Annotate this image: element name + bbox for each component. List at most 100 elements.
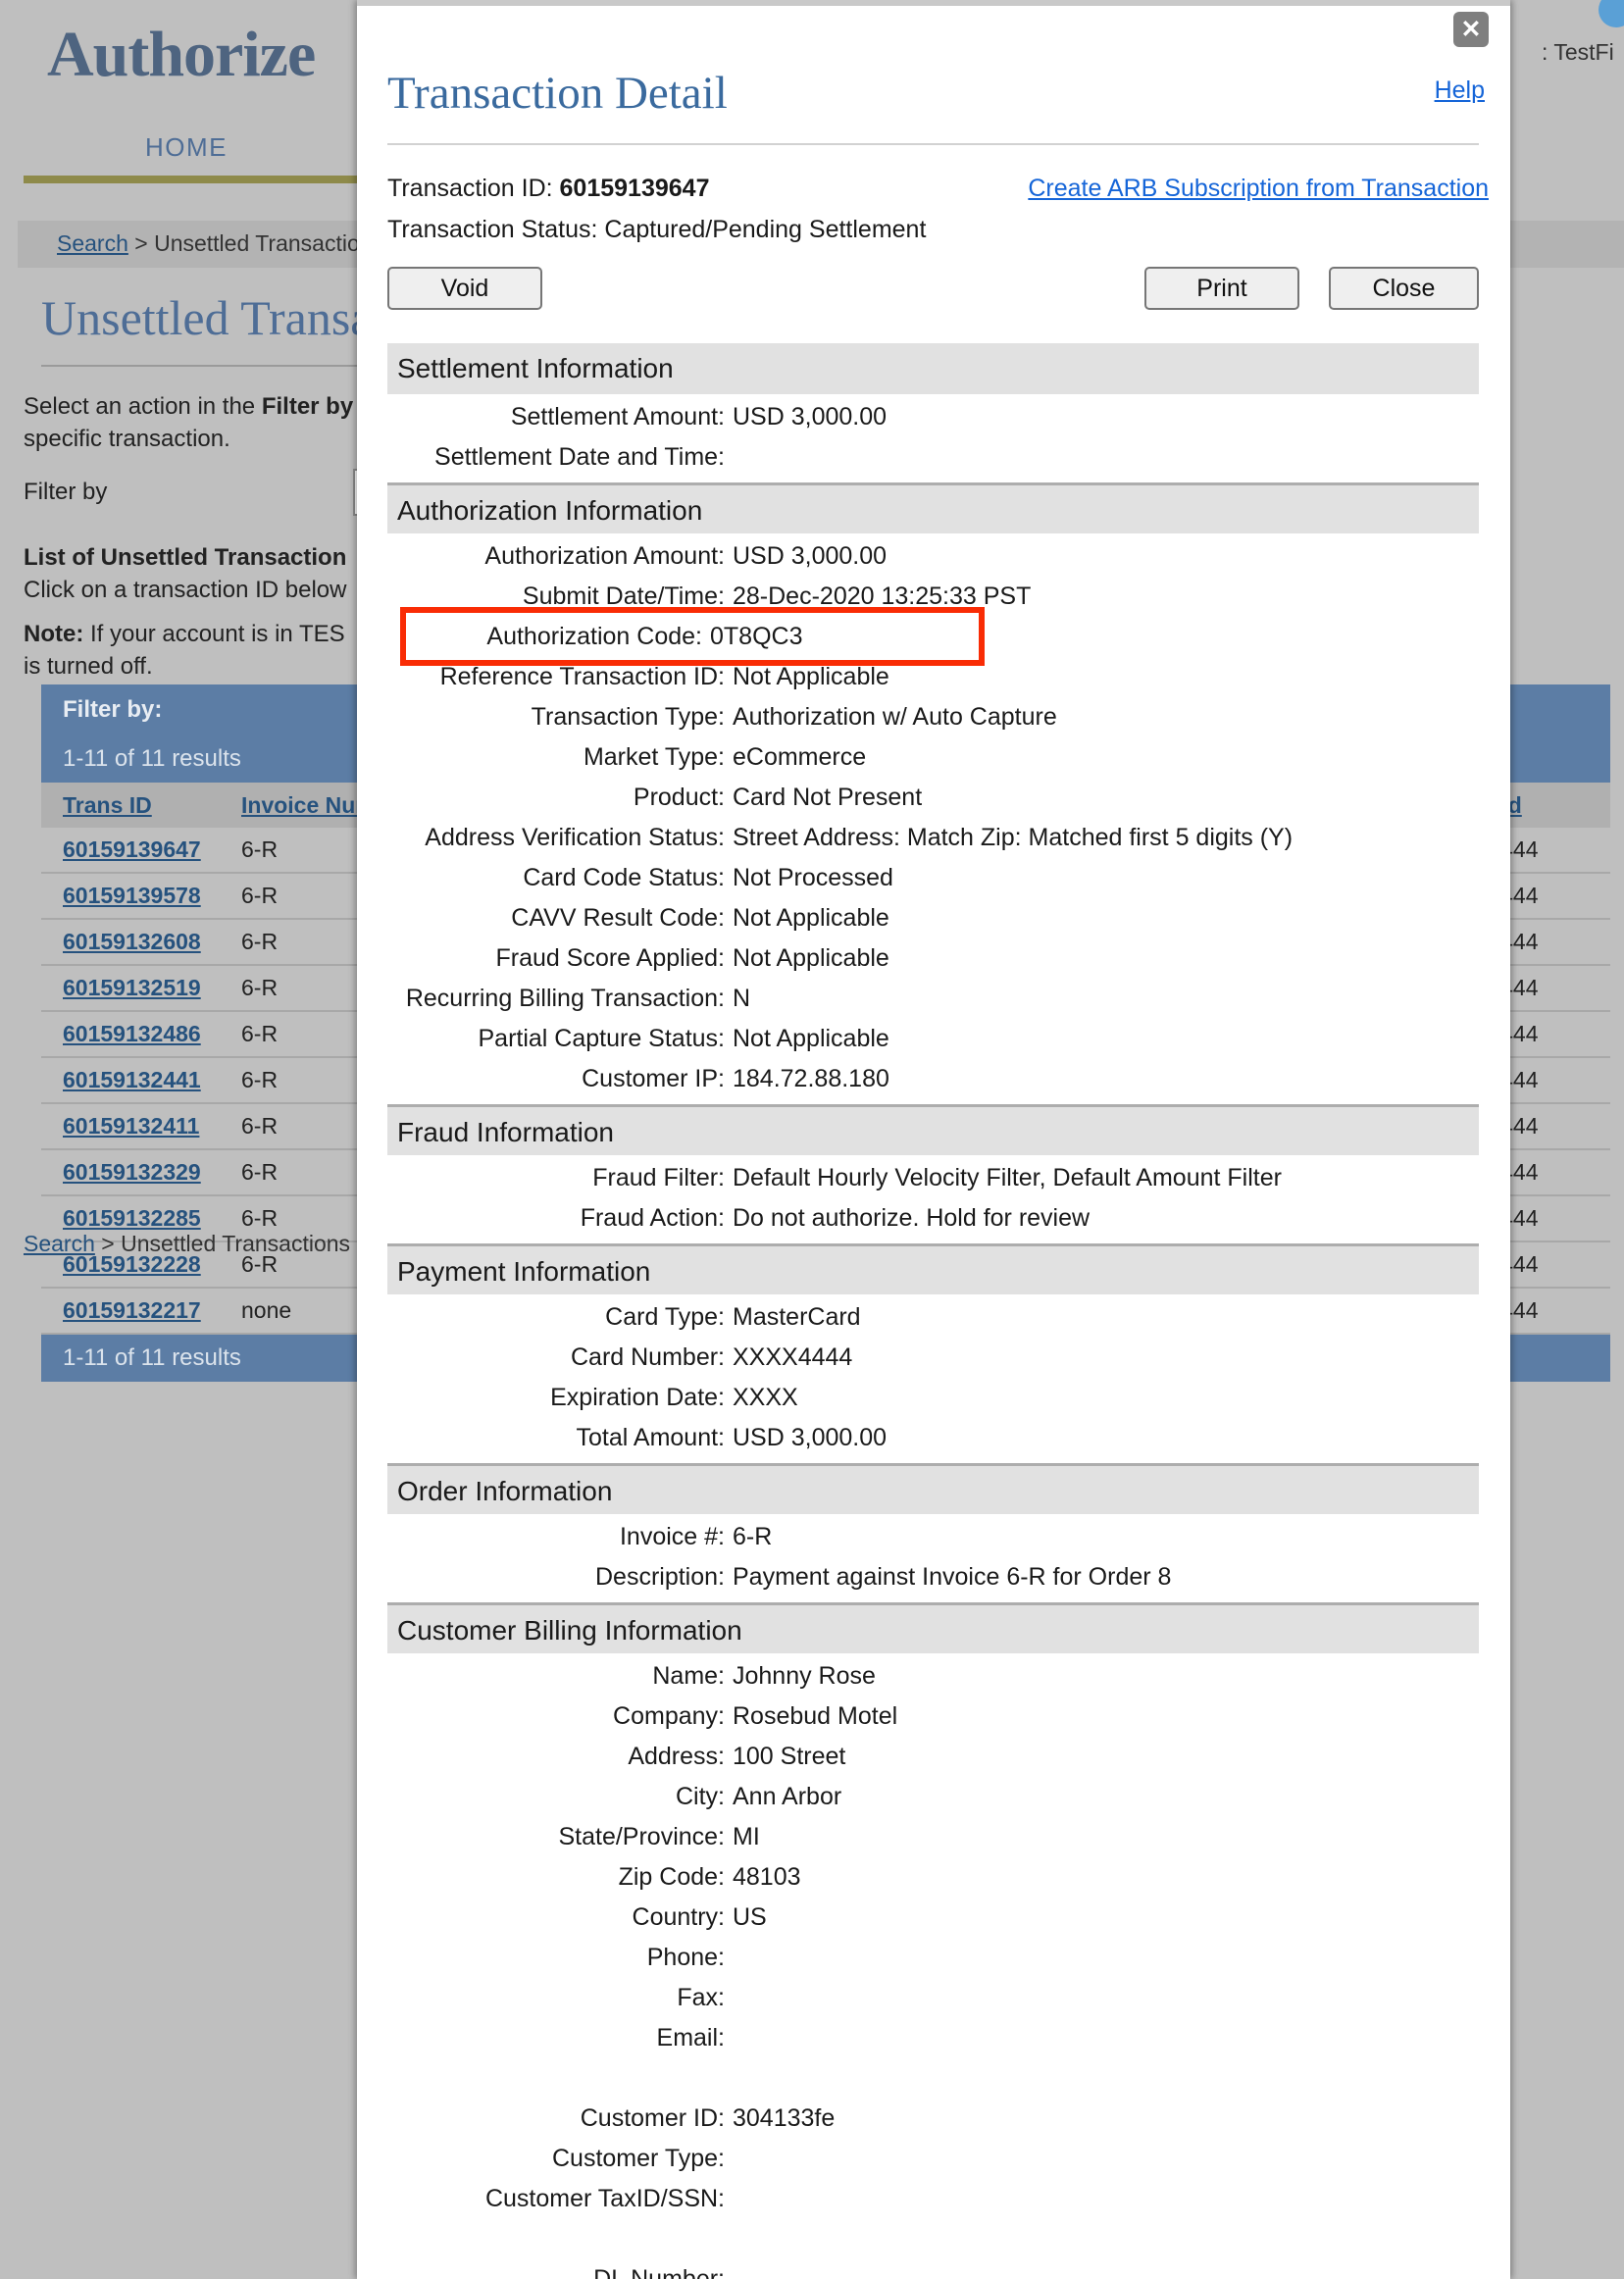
detail-row [387,2221,1479,2256]
breadcrumb-link-search[interactable]: Search [57,230,128,256]
bottom-breadcrumb-trail: > Unsettled Transactions [94,1231,351,1256]
transaction-id-link[interactable]: 60159132519 [63,975,201,1000]
detail-row-label: Customer TaxID/SSN: [484,2185,725,2212]
transaction-id-label: Transaction ID: [387,175,560,202]
section-body: Settlement Amount: USD 3,000.00 Settlement… [387,399,1479,482]
transaction-id-link[interactable]: 60159132329 [63,1159,201,1185]
detail-row: State/Province: MI [387,1819,1479,1854]
detail-row-value: Not Applicable [733,904,889,932]
detail-row-value: Street Address: Match Zip: Matched first… [733,824,1294,851]
detail-row-value: Do not authorize. Hold for review [733,1204,1091,1232]
detail-row-label: Zip Code: [618,1863,725,1891]
section-body: Fraud Filter: Default Hourly Velocity Fil… [387,1160,1479,1243]
detail-row: Settlement Amount: USD 3,000.00 [387,399,1479,434]
column-header-trans-id[interactable]: Trans ID [63,792,152,818]
detail-row-value: N [733,985,751,1012]
detail-row-value: 100 Street [733,1743,846,1770]
print-button[interactable]: Print [1144,267,1299,310]
transaction-id-link[interactable]: 60159132411 [63,1113,199,1139]
close-icon[interactable]: ✕ [1453,12,1489,47]
cell-trans-id: 60159132285 [41,1205,220,1232]
detail-row: Address: 100 Street [387,1739,1479,1774]
detail-row-value: Not Processed [733,864,893,891]
cell-trans-id: 60159132217 [41,1297,220,1324]
detail-row: Recurring Billing Transaction: N [387,981,1479,1016]
void-button[interactable]: Void [387,267,542,310]
create-arb-subscription-link[interactable]: Create ARB Subscription from Transaction [1028,175,1489,203]
detail-row-value: MI [733,1823,760,1850]
modal-top-strip [357,0,1510,6]
transaction-id-link[interactable]: 60159132608 [63,929,201,954]
detail-row: Email: [387,2020,1479,2055]
detail-row-label: Transaction Type: [531,703,725,731]
detail-row: Invoice #: 6-R [387,1519,1479,1554]
section-header: Authorization Information [387,482,1479,533]
intro-text-b: specific transaction. [24,426,230,452]
detail-row-value: Not Applicable [733,1025,889,1052]
detail-row-value: USD 3,000.00 [733,403,888,430]
modal-divider [387,143,1479,145]
detail-row: Zip Code: 48103 [387,1859,1479,1895]
close-button[interactable]: Close [1329,267,1479,310]
list-heading-sub: Click on a transaction ID below [24,577,347,603]
detail-row-label: Card Type: [605,1303,725,1331]
detail-row-value: 48103 [733,1863,801,1891]
transaction-status-label: Transaction Status: [387,216,605,243]
detail-row: Fax: [387,1980,1479,2015]
transaction-status-value: Captured/Pending Settlement [604,216,927,243]
detail-row: Settlement Date and Time: [387,439,1479,475]
detail-row-label: Fraud Score Applied: [495,944,725,972]
section-body: Name: Johnny Rose Company: Rosebud Motel Add… [387,1658,1479,2279]
detail-row-label: Country: [632,1903,725,1931]
intro-text-a: Select an action in the [24,393,262,420]
detail-row: Card Type: MasterCard [387,1299,1479,1335]
transaction-id-link[interactable]: 60159132217 [63,1297,201,1323]
nav-item-home[interactable]: HOME [145,132,228,163]
cell-trans-id: 60159132441 [41,1067,220,1093]
transaction-id-link[interactable]: 60159132441 [63,1067,201,1092]
page-title: Unsettled Transa [41,290,373,345]
detail-row-label: Description: [595,1563,725,1591]
detail-row-label: DL Number: [593,2265,725,2279]
modal-button-row: Void Print Close [387,267,1479,314]
detail-row-label: Fraud Filter: [592,1164,725,1191]
transaction-id-link[interactable]: 60159139647 [63,836,201,862]
detail-row-label: Settlement Date and Time: [434,443,725,471]
detail-row-label: CAVV Result Code: [511,904,725,932]
detail-row-label: Partial Capture Status: [478,1025,725,1052]
section-header: Fraud Information [387,1104,1479,1155]
detail-row: Product: Card Not Present [387,780,1479,815]
help-link[interactable]: Help [1435,76,1485,105]
screenshot-root: Authorize FEEDBACKCONTACT US : TestFi HO… [0,0,1624,2279]
detail-row-label: Company: [613,1702,725,1730]
column-header-invoice[interactable]: Invoice Num [241,792,376,818]
bottom-breadcrumb-link-search[interactable]: Search [24,1231,95,1256]
detail-row: Customer TaxID/SSN: [387,2181,1479,2216]
detail-row-value: Not Applicable [733,944,889,972]
cell-trans-id: 60159139647 [41,836,220,863]
detail-row-label: Expiration Date: [550,1384,725,1411]
detail-row: Company: Rosebud Motel [387,1698,1479,1734]
note-bold: Note: [24,621,84,647]
detail-row-value: US [733,1903,767,1931]
transaction-id-link[interactable]: 60159132285 [63,1205,201,1231]
detail-row-value: XXXX [733,1384,798,1411]
detail-row-label: Settlement Amount: [510,403,725,430]
cell-trans-id: 60159132329 [41,1159,220,1186]
transaction-id-link[interactable]: 60159132486 [63,1021,201,1046]
cell-trans-id: 60159132519 [41,975,220,1001]
transaction-id-link[interactable]: 60159139578 [63,883,201,908]
detail-row: DL Number: [387,2261,1479,2279]
detail-row-label: Customer IP: [582,1065,725,1092]
bottom-breadcrumb: Search > Unsettled Transactions [24,1231,350,1257]
detail-row-label: Product: [633,784,725,811]
detail-row-label: Email: [656,2024,725,2051]
detail-row: Market Type: eCommerce [387,739,1479,775]
detail-row: City: Ann Arbor [387,1779,1479,1814]
detail-row: Name: Johnny Rose [387,1658,1479,1694]
detail-row-value: MasterCard [733,1303,861,1331]
detail-row: Description: Payment against Invoice 6-R … [387,1559,1479,1595]
detail-row-label [387,2221,733,2256]
filter-by-label: Filter by [24,479,108,505]
detail-row-label: Recurring Billing Transaction: [405,985,725,1012]
